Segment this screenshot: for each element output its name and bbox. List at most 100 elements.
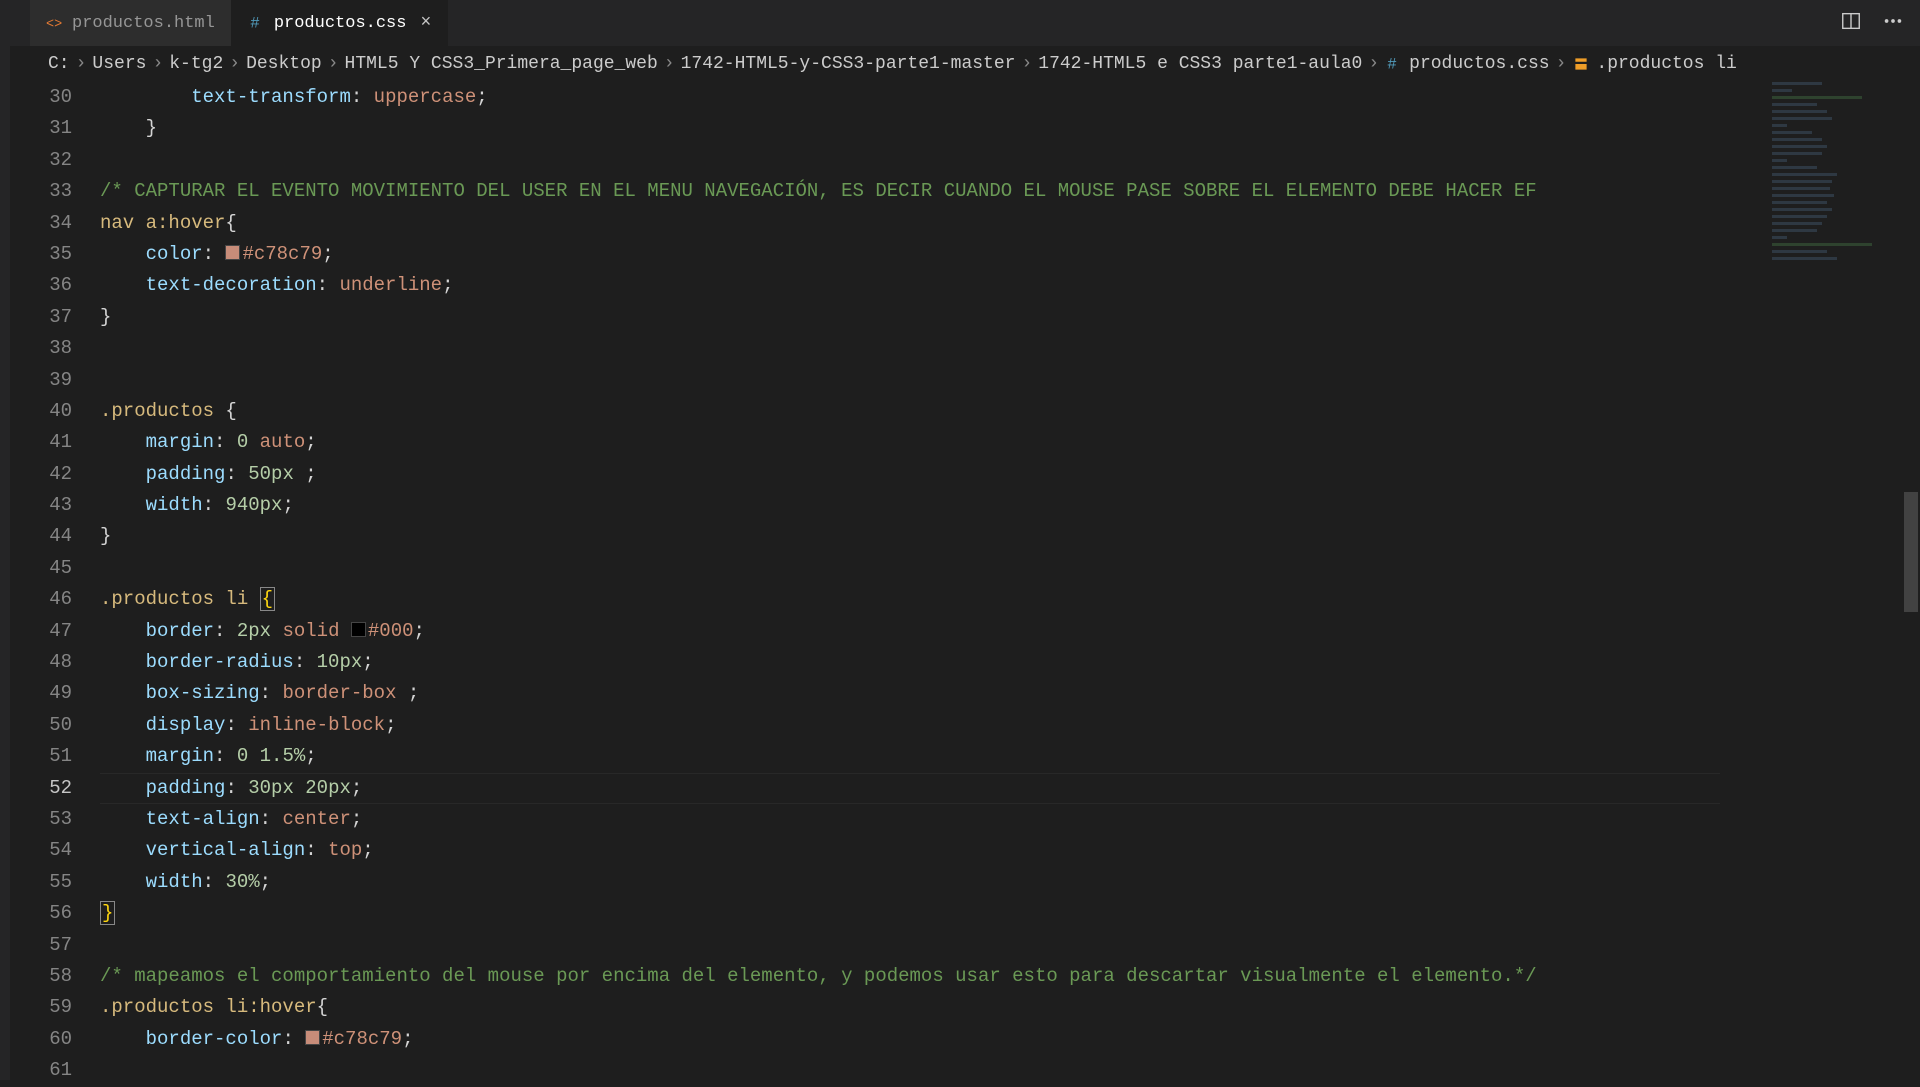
breadcrumb-part[interactable]: Desktop <box>246 54 322 74</box>
tab-label: productos.html <box>72 14 215 33</box>
line-number: 33 <box>0 176 72 207</box>
editor[interactable]: 3031323334353637383940414243444546474849… <box>0 82 1920 1080</box>
code-line[interactable]: .productos li:hover{ <box>100 992 1920 1023</box>
chevron-right-icon: › <box>1368 54 1379 74</box>
code-line[interactable]: display: inline-block; <box>100 710 1920 741</box>
line-number: 47 <box>0 616 72 647</box>
code-line[interactable]: text-transform: uppercase; <box>100 82 1920 113</box>
breadcrumb-part[interactable]: C: <box>48 54 70 74</box>
chevron-right-icon: › <box>1556 54 1567 74</box>
line-number: 54 <box>0 835 72 866</box>
line-number-gutter: 3031323334353637383940414243444546474849… <box>0 82 100 1080</box>
line-number: 44 <box>0 521 72 552</box>
code-line[interactable]: } <box>100 302 1920 333</box>
line-number: 34 <box>0 208 72 239</box>
chevron-right-icon: › <box>664 54 675 74</box>
chevron-right-icon: › <box>76 54 87 74</box>
chevron-right-icon: › <box>1021 54 1032 74</box>
html-file-icon: <> <box>46 14 64 32</box>
tab-productos-css[interactable]: # productos.css × <box>232 0 448 46</box>
line-number: 53 <box>0 804 72 835</box>
line-number: 37 <box>0 302 72 333</box>
line-number: 60 <box>0 1024 72 1055</box>
css-file-icon: # <box>248 14 266 32</box>
breadcrumb-part[interactable]: HTML5 Y CSS3_Primera_page_web <box>345 54 658 74</box>
svg-text:#: # <box>250 15 259 33</box>
code-line[interactable]: text-align: center; <box>100 804 1920 835</box>
code-line[interactable]: nav a:hover{ <box>100 208 1920 239</box>
breadcrumb-part[interactable]: 1742-HTML5-y-CSS3-parte1-master <box>681 54 1016 74</box>
code-line[interactable] <box>100 365 1920 396</box>
editor-actions <box>1840 10 1904 37</box>
code-line[interactable]: text-decoration: underline; <box>100 270 1920 301</box>
code-line[interactable] <box>100 1055 1920 1086</box>
split-editor-icon[interactable] <box>1840 10 1862 37</box>
code-line[interactable] <box>100 333 1920 364</box>
matched-bracket: { <box>260 587 275 611</box>
code-line[interactable] <box>100 930 1920 961</box>
code-line[interactable]: vertical-align: top; <box>100 835 1920 866</box>
line-number: 50 <box>0 710 72 741</box>
code-area[interactable]: text-transform: uppercase; } /* CAPTURAR … <box>100 82 1920 1080</box>
line-number: 38 <box>0 333 72 364</box>
line-number: 35 <box>0 239 72 270</box>
code-line[interactable]: } <box>100 113 1920 144</box>
scrollbar-thumb[interactable] <box>1904 492 1918 612</box>
code-line[interactable] <box>100 145 1920 176</box>
code-line[interactable]: .productos li { <box>100 584 1920 615</box>
color-swatch-icon[interactable] <box>305 1030 320 1045</box>
breadcrumb[interactable]: C:› Users› k-tg2› Desktop› HTML5 Y CSS3_… <box>0 46 1920 82</box>
breadcrumb-file[interactable]: productos.css <box>1409 54 1549 74</box>
svg-text:#: # <box>1387 56 1396 74</box>
line-number: 36 <box>0 270 72 301</box>
symbol-icon <box>1572 55 1590 73</box>
breadcrumb-symbol[interactable]: .productos li <box>1596 54 1736 74</box>
line-number: 61 <box>0 1055 72 1086</box>
code-line[interactable]: border-color: #c78c79; <box>100 1024 1920 1055</box>
code-line[interactable]: border: 2px solid #000; <box>100 616 1920 647</box>
code-line[interactable]: color: #c78c79; <box>100 239 1920 270</box>
line-number: 46 <box>0 584 72 615</box>
chevron-right-icon: › <box>152 54 163 74</box>
line-number: 41 <box>0 427 72 458</box>
code-line[interactable]: } <box>100 898 1920 929</box>
code-line[interactable]: width: 940px; <box>100 490 1920 521</box>
code-line[interactable]: margin: 0 1.5%; <box>100 741 1920 772</box>
line-number: 56 <box>0 898 72 929</box>
line-number: 31 <box>0 113 72 144</box>
line-number: 40 <box>0 396 72 427</box>
breadcrumb-part[interactable]: Users <box>92 54 146 74</box>
close-icon[interactable]: × <box>420 13 431 33</box>
line-number: 52 <box>0 773 72 804</box>
code-line[interactable]: border-radius: 10px; <box>100 647 1920 678</box>
code-line[interactable]: box-sizing: border-box ; <box>100 678 1920 709</box>
line-number: 43 <box>0 490 72 521</box>
breadcrumb-part[interactable]: 1742-HTML5 e CSS3 parte1-aula0 <box>1038 54 1362 74</box>
line-number: 58 <box>0 961 72 992</box>
vertical-scrollbar[interactable] <box>1902 82 1920 1080</box>
code-line[interactable] <box>100 553 1920 584</box>
css-file-icon: # <box>1385 55 1403 73</box>
more-actions-icon[interactable] <box>1882 10 1904 37</box>
tab-label: productos.css <box>274 14 407 33</box>
breadcrumb-part[interactable]: k-tg2 <box>169 54 223 74</box>
color-swatch-icon[interactable] <box>225 245 240 260</box>
code-line[interactable]: /* CAPTURAR EL EVENTO MOVIMIENTO DEL USE… <box>100 176 1920 207</box>
code-line[interactable]: /* mapeamos el comportamiento del mouse … <box>100 961 1920 992</box>
code-line[interactable]: padding: 50px ; <box>100 459 1920 490</box>
svg-text:<>: <> <box>46 18 62 33</box>
chevron-right-icon: › <box>328 54 339 74</box>
code-line[interactable]: .productos { <box>100 396 1920 427</box>
tab-productos-html[interactable]: <> productos.html <box>30 0 232 46</box>
code-line[interactable]: } <box>100 521 1920 552</box>
line-number: 57 <box>0 930 72 961</box>
code-line[interactable]: width: 30%; <box>100 867 1920 898</box>
chevron-right-icon: › <box>229 54 240 74</box>
color-swatch-icon[interactable] <box>351 622 366 637</box>
code-line[interactable]: margin: 0 auto; <box>100 427 1920 458</box>
minimap[interactable] <box>1772 82 1892 362</box>
current-line-highlight <box>100 773 1720 804</box>
line-number: 59 <box>0 992 72 1023</box>
line-number: 39 <box>0 365 72 396</box>
line-number: 51 <box>0 741 72 772</box>
